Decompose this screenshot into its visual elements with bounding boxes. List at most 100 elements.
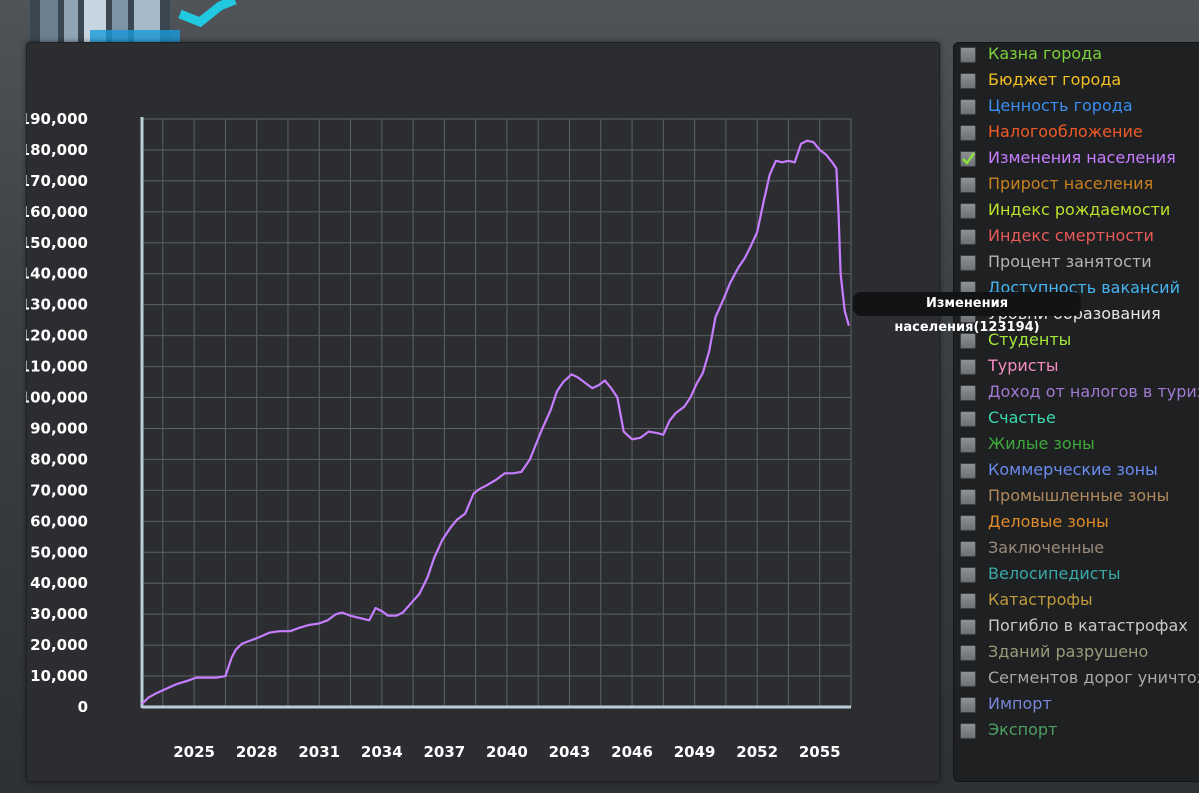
- checkbox[interactable]: [960, 229, 976, 245]
- legend-label: Индекс смертности: [988, 226, 1154, 245]
- legend-label: Заключенные: [988, 538, 1105, 557]
- checkbox[interactable]: [960, 411, 976, 427]
- legend-label: Казна города: [988, 44, 1103, 63]
- checkbox[interactable]: [960, 723, 976, 739]
- x-tick-label: 2046: [611, 743, 653, 761]
- legend-item[interactable]: Изменения населения: [953, 146, 1199, 172]
- legend-item[interactable]: Жилые зоны: [953, 432, 1199, 458]
- legend-item[interactable]: Казна города: [953, 42, 1199, 68]
- legend-label: Катастрофы: [988, 590, 1093, 609]
- y-tick-label: 60,000: [30, 512, 88, 530]
- legend-item[interactable]: Погибло в катастрофах: [953, 614, 1199, 640]
- legend-item[interactable]: Импорт: [953, 692, 1199, 718]
- y-tick-label: 140,000: [26, 265, 88, 283]
- legend-label: Налогообложение: [988, 122, 1143, 141]
- legend-item[interactable]: Индекс рождаемости: [953, 198, 1199, 224]
- x-tick-label: 2025: [173, 743, 215, 761]
- legend-label: Импорт: [988, 694, 1052, 713]
- legend-label: Коммерческие зоны: [988, 460, 1158, 479]
- x-tick-label: 2052: [736, 743, 778, 761]
- y-tick-label: 70,000: [30, 481, 88, 499]
- checkbox[interactable]: [960, 567, 976, 583]
- y-tick-label: 120,000: [26, 327, 88, 345]
- x-tick-label: 2028: [236, 743, 278, 761]
- legend-label: Промышленные зоны: [988, 486, 1170, 505]
- x-tick-label: 2043: [549, 743, 591, 761]
- y-tick-label: 50,000: [30, 543, 88, 561]
- legend-item[interactable]: Промышленные зоны: [953, 484, 1199, 510]
- legend-item[interactable]: Индекс смертности: [953, 224, 1199, 250]
- checkbox[interactable]: [960, 593, 976, 609]
- checkbox[interactable]: [960, 437, 976, 453]
- legend-label: Сегментов дорог уничтож: [988, 668, 1199, 687]
- checkbox[interactable]: [960, 645, 976, 661]
- legend-item[interactable]: Туристы: [953, 354, 1199, 380]
- y-tick-label: 110,000: [26, 358, 88, 376]
- checkbox[interactable]: [960, 255, 976, 271]
- legend-label: Бюджет города: [988, 70, 1122, 89]
- chart-panel: 0 10,000 20,000 30,000 40,000 50,000 60,000 70,…: [26, 42, 940, 782]
- checkbox[interactable]: [960, 203, 976, 219]
- y-tick-label: 40,000: [30, 574, 88, 592]
- checkbox[interactable]: [960, 99, 976, 115]
- checkbox[interactable]: [960, 697, 976, 713]
- x-tick-label: 2031: [298, 743, 340, 761]
- legend-item[interactable]: Сегментов дорог уничтож: [953, 666, 1199, 692]
- checkbox[interactable]: [960, 125, 976, 141]
- y-tick-label: 0: [78, 698, 88, 716]
- legend-item[interactable]: Прирост населения: [953, 172, 1199, 198]
- legend-label: Прирост населения: [988, 174, 1154, 193]
- y-tick-label: 190,000: [26, 110, 88, 128]
- legend-item[interactable]: Доход от налогов в туриз: [953, 380, 1199, 406]
- legend-label: Ценность города: [988, 96, 1133, 115]
- legend-panel: Казна города Бюджет города Ценность города…: [953, 42, 1199, 782]
- checkbox[interactable]: [960, 671, 976, 687]
- y-tick-label: 30,000: [30, 605, 88, 623]
- y-tick-label: 100,000: [26, 389, 88, 407]
- checkbox-checked[interactable]: [960, 151, 976, 167]
- legend-item[interactable]: Зданий разрушено: [953, 640, 1199, 666]
- checkbox[interactable]: [960, 73, 976, 89]
- legend-item[interactable]: Процент занятости: [953, 250, 1199, 276]
- x-tick-label: 2037: [423, 743, 465, 761]
- legend-item[interactable]: Налогообложение: [953, 120, 1199, 146]
- legend-label: Процент занятости: [988, 252, 1152, 271]
- y-tick-label: 130,000: [26, 296, 88, 314]
- legend-item[interactable]: Счастье: [953, 406, 1199, 432]
- legend-label: Погибло в катастрофах: [988, 616, 1188, 635]
- legend-item[interactable]: Ценность города: [953, 94, 1199, 120]
- checkbox[interactable]: [960, 489, 976, 505]
- x-tick-label: 2034: [361, 743, 403, 761]
- y-tick-label: 160,000: [26, 203, 88, 221]
- checkmark-icon: [962, 152, 975, 165]
- checkbox[interactable]: [960, 359, 976, 375]
- checkbox[interactable]: [960, 385, 976, 401]
- series-line-population: [141, 139, 850, 705]
- legend-item[interactable]: Бюджет города: [953, 68, 1199, 94]
- checkbox[interactable]: [960, 515, 976, 531]
- x-tick-label: 2040: [486, 743, 528, 761]
- y-tick-label: 170,000: [26, 172, 88, 190]
- legend-item[interactable]: Коммерческие зоны: [953, 458, 1199, 484]
- legend-item[interactable]: Деловые зоны: [953, 510, 1199, 536]
- x-tick-label: 2049: [674, 743, 716, 761]
- legend-item[interactable]: Заключенные: [953, 536, 1199, 562]
- checkbox[interactable]: [960, 541, 976, 557]
- legend-label: Жилые зоны: [988, 434, 1095, 453]
- city-logo-art: [30, 0, 237, 42]
- legend-item[interactable]: Экспорт: [953, 718, 1199, 744]
- legend-label: Зданий разрушено: [988, 642, 1149, 661]
- legend-item[interactable]: Катастрофы: [953, 588, 1199, 614]
- checkbox[interactable]: [960, 463, 976, 479]
- legend-item[interactable]: Велосипедисты: [953, 562, 1199, 588]
- y-tick-label: 150,000: [26, 234, 88, 252]
- y-tick-label: 90,000: [30, 419, 88, 437]
- y-tick-label: 180,000: [26, 141, 88, 159]
- checkbox[interactable]: [960, 619, 976, 635]
- x-tick-label: 2055: [799, 743, 841, 761]
- checkbox[interactable]: [960, 177, 976, 193]
- legend-label: Деловые зоны: [988, 512, 1109, 531]
- legend-label: Изменения населения: [988, 148, 1176, 167]
- checkbox[interactable]: [960, 47, 976, 63]
- legend-label: Велосипедисты: [988, 564, 1121, 583]
